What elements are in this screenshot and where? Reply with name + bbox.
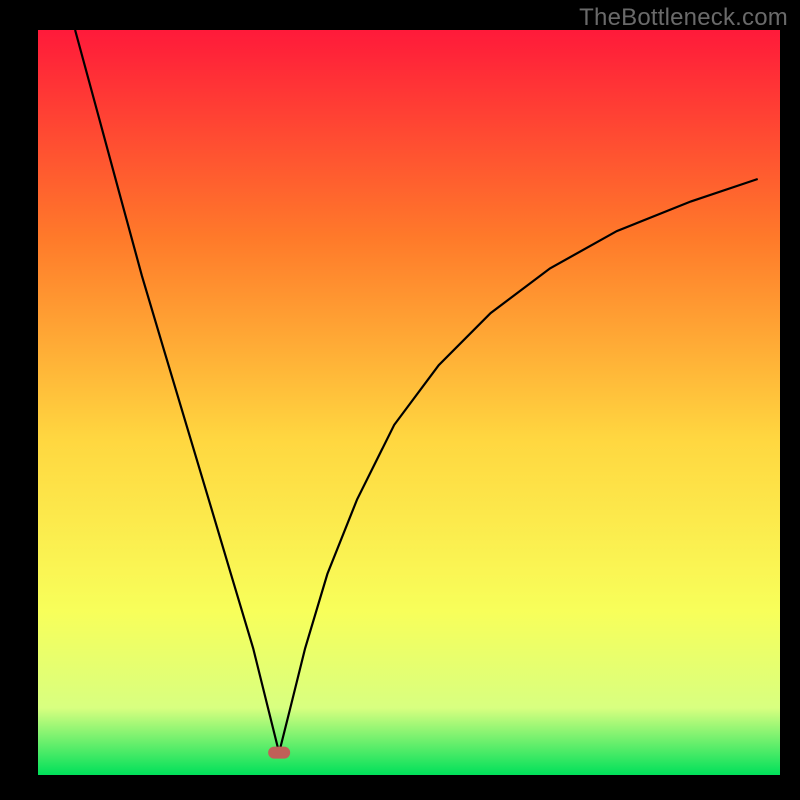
chart-svg: [0, 0, 800, 800]
plot-background: [38, 30, 780, 775]
bottleneck-chart: TheBottleneck.com: [0, 0, 800, 800]
watermark-text: TheBottleneck.com: [579, 4, 788, 32]
optimum-marker: [268, 747, 290, 759]
